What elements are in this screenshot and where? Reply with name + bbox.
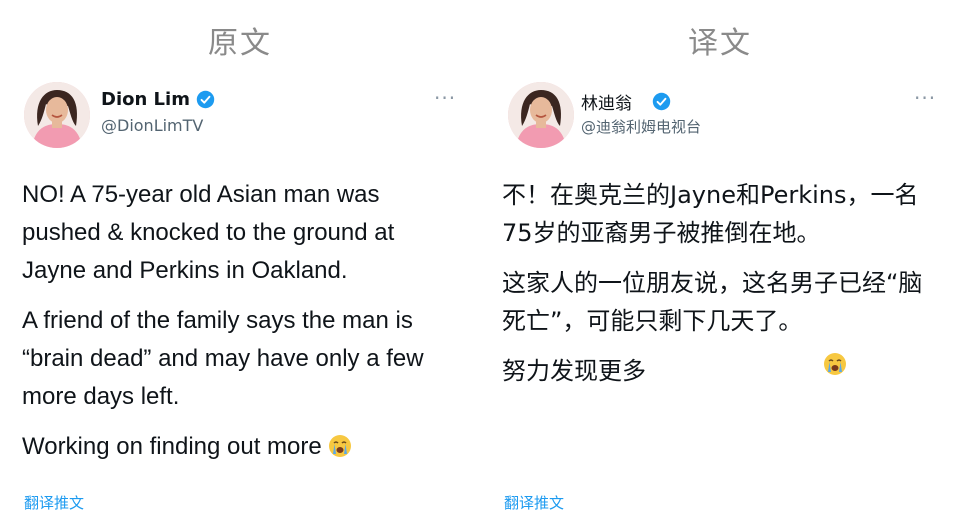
tweet-paragraph-text: 努力发现更多 <box>502 357 646 385</box>
panel-title-translation: 译文 <box>688 26 752 61</box>
display-name[interactable]: 林迪翁 <box>581 89 671 114</box>
translate-tweet-link[interactable]: 翻译推文 <box>504 492 564 513</box>
display-name[interactable]: Dion Lim <box>101 89 215 110</box>
tweet-paragraph: NO! A 75-year old Asian man was pushed &… <box>22 181 395 284</box>
tweet-paragraph: 不！在奥克兰的Jayne和Perkins，一名75岁的亚裔男子被推倒在地。 <box>502 181 919 247</box>
display-name-text[interactable]: 林迪翁 <box>581 89 632 114</box>
comparison-screenshot: 原文 Dion Lim @DionLimTV ··· NO! A 75-year… <box>0 0 960 519</box>
more-options-icon[interactable]: ··· <box>914 88 936 108</box>
original-tweet-panel: 原文 Dion Lim @DionLimTV ··· NO! A 75-year… <box>0 0 480 519</box>
tweet-paragraph-last: 努力发现更多 <box>502 352 847 390</box>
tweet-text: NO! A 75-year old Asian man was pushed &… <box>22 176 462 478</box>
translated-tweet-panel: 译文 林迪翁 @迪翁利姆电视台 ··· 不！在奥克兰的Jayne和Perkins… <box>480 0 960 519</box>
tweet-paragraph: A friend of the family says the man is “… <box>22 307 424 410</box>
tweet-paragraph-text: Working on finding out more <box>22 433 322 460</box>
verified-badge-icon <box>196 90 215 109</box>
avatar[interactable] <box>508 82 574 148</box>
tweet-paragraph: 这家人的一位朋友说，这名男子已经“脑死亡”，可能只剩下几天了。 <box>502 269 923 335</box>
loudly-crying-face-emoji <box>328 434 352 458</box>
user-handle[interactable]: @迪翁利姆电视台 <box>581 116 701 137</box>
more-options-icon[interactable]: ··· <box>434 88 456 108</box>
tweet-text: 不！在奥克兰的Jayne和Perkins，一名75岁的亚裔男子被推倒在地。 这家… <box>502 176 942 402</box>
display-name-text[interactable]: Dion Lim <box>101 89 190 110</box>
avatar[interactable] <box>24 82 90 148</box>
user-handle[interactable]: @DionLimTV <box>101 116 203 135</box>
panel-title-original: 原文 <box>208 26 272 61</box>
verified-badge-icon <box>652 92 671 111</box>
tweet-paragraph-last: Working on finding out more <box>22 428 462 466</box>
loudly-crying-face-emoji <box>823 352 847 376</box>
translate-tweet-link[interactable]: 翻译推文 <box>24 492 84 513</box>
